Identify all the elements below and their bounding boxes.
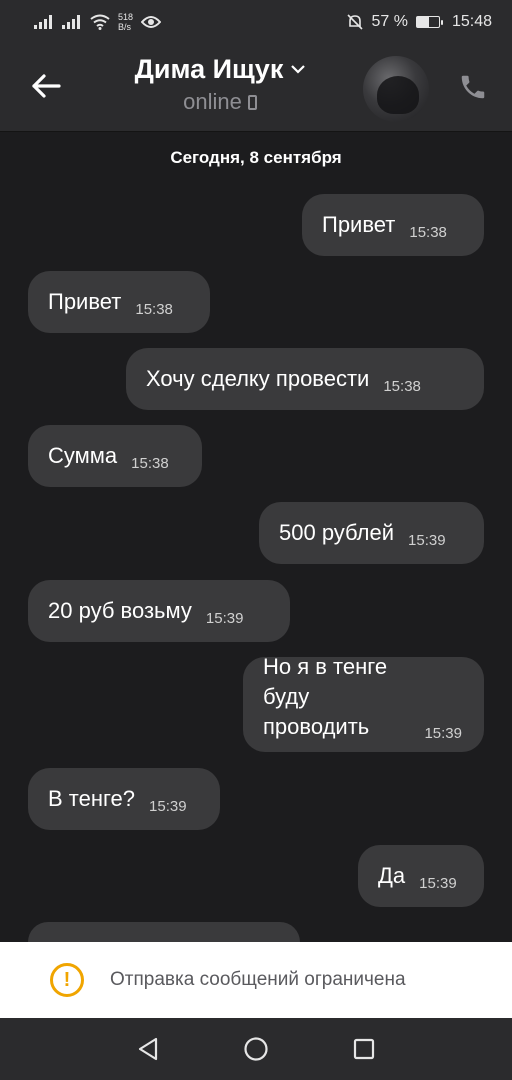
- message-text: Привет: [48, 289, 122, 314]
- message-time: 15:39: [419, 874, 457, 892]
- chevron-down-icon: [291, 65, 306, 74]
- battery-icon: [415, 16, 443, 28]
- message-line: проводить: [263, 714, 370, 739]
- message-time: 15:39: [424, 725, 462, 742]
- contact-status: online: [183, 89, 242, 114]
- arrow-left-icon: [32, 74, 61, 98]
- avatar-photo: [377, 76, 419, 114]
- message-text: Но я в тенге буду проводить: [263, 652, 424, 742]
- circle-home-icon: [244, 1037, 268, 1061]
- network-speed-unit: B/s: [118, 22, 132, 32]
- avatar[interactable]: [363, 56, 429, 122]
- message-outgoing[interactable]: Хочу сделку провести 15:38: [126, 348, 484, 410]
- status-right: 57 % 15:48: [347, 13, 492, 31]
- status-left: 518 B/s: [34, 12, 162, 32]
- message-text: В тенге?: [48, 786, 136, 811]
- contact-title[interactable]: Дима Ищук online: [110, 54, 330, 115]
- message-text: Сумма: [48, 443, 118, 468]
- message-outgoing[interactable]: Да 15:39: [358, 845, 484, 907]
- nav-back-button[interactable]: [133, 1034, 163, 1064]
- contact-name-row[interactable]: Дима Ищук: [135, 54, 306, 85]
- battery-level: [416, 17, 430, 27]
- message-outgoing[interactable]: Привет 15:38: [302, 194, 484, 256]
- message-time: 15:38: [135, 300, 173, 318]
- message-outgoing[interactable]: 500 рублей 15:39: [259, 502, 484, 564]
- message-time: 15:38: [131, 454, 169, 472]
- message-text: Хочу сделку провести: [146, 366, 370, 391]
- restriction-banner: ! Отправка сообщений ограничена: [0, 942, 512, 1018]
- message-time: 15:38: [409, 223, 447, 241]
- mobile-device-icon: [247, 94, 257, 110]
- signal-icon-2: [62, 15, 80, 29]
- battery-percent: 57 %: [371, 13, 408, 30]
- status-bar: 518 B/s 57 % 15:48: [0, 0, 512, 44]
- eye-icon: [141, 16, 162, 28]
- message-incoming[interactable]: Сумма 15:38: [28, 425, 202, 487]
- network-speed: 518 B/s: [118, 12, 133, 32]
- square-recents-icon: [353, 1038, 375, 1060]
- network-speed-value: 518: [118, 12, 134, 22]
- chat-header: Дима Ищук online: [0, 44, 512, 132]
- call-button[interactable]: [456, 70, 490, 104]
- message-time: 15:39: [205, 609, 244, 627]
- message-text: Привет: [322, 212, 396, 237]
- message-text: 500 рублей: [279, 520, 395, 545]
- warning-icon: !: [50, 963, 84, 997]
- message-line: Но я в тенге буду: [263, 654, 388, 709]
- bell-muted-icon: [347, 14, 364, 30]
- signal-icon: [34, 15, 52, 29]
- message-incoming[interactable]: В тенге? 15:39: [28, 768, 220, 830]
- message-outgoing[interactable]: Но я в тенге буду проводить 15:39: [243, 654, 484, 752]
- restriction-text: Отправка сообщений ограничена: [110, 969, 406, 990]
- message-time: 15:38: [383, 377, 421, 395]
- date-separator: Сегодня, 8 сентября: [170, 148, 342, 167]
- back-button[interactable]: [28, 68, 64, 104]
- status-time: 15:48: [451, 13, 492, 30]
- message-incoming[interactable]: Привет 15:38: [28, 271, 210, 333]
- message-text: 20 руб возьму: [48, 598, 192, 623]
- message-incoming[interactable]: 20 руб возьму 15:39: [28, 580, 290, 642]
- message-time: 15:39: [149, 797, 187, 815]
- message-text: Да: [378, 863, 406, 888]
- system-navbar: [0, 1018, 512, 1080]
- contact-status-row: online: [183, 89, 257, 115]
- phone-icon: [461, 75, 485, 99]
- nav-recents-button[interactable]: [349, 1034, 379, 1064]
- contact-name: Дима Ищук: [134, 54, 284, 84]
- triangle-back-icon: [138, 1037, 158, 1061]
- nav-home-button[interactable]: [241, 1034, 271, 1064]
- message-time: 15:39: [408, 531, 446, 549]
- wifi-icon: [90, 14, 110, 30]
